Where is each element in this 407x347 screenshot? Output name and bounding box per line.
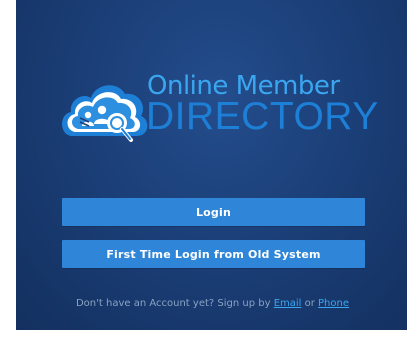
login-panel: Online Member DIRECTORY Login First Time… <box>16 0 407 330</box>
signup-prefix: Don't have an Account yet? Sign up by <box>75 298 274 309</box>
signup-text: Don't have an Account yet? Sign up by Em… <box>16 298 407 309</box>
old-system-login-button[interactable]: First Time Login from Old System <box>62 240 365 268</box>
signup-email-link[interactable]: Email <box>274 298 302 309</box>
signup-or: or <box>301 298 319 309</box>
signup-phone-link[interactable]: Phone <box>318 298 349 309</box>
logo-title-line2: DIRECTORY <box>146 95 379 138</box>
login-button[interactable]: Login <box>62 198 365 226</box>
